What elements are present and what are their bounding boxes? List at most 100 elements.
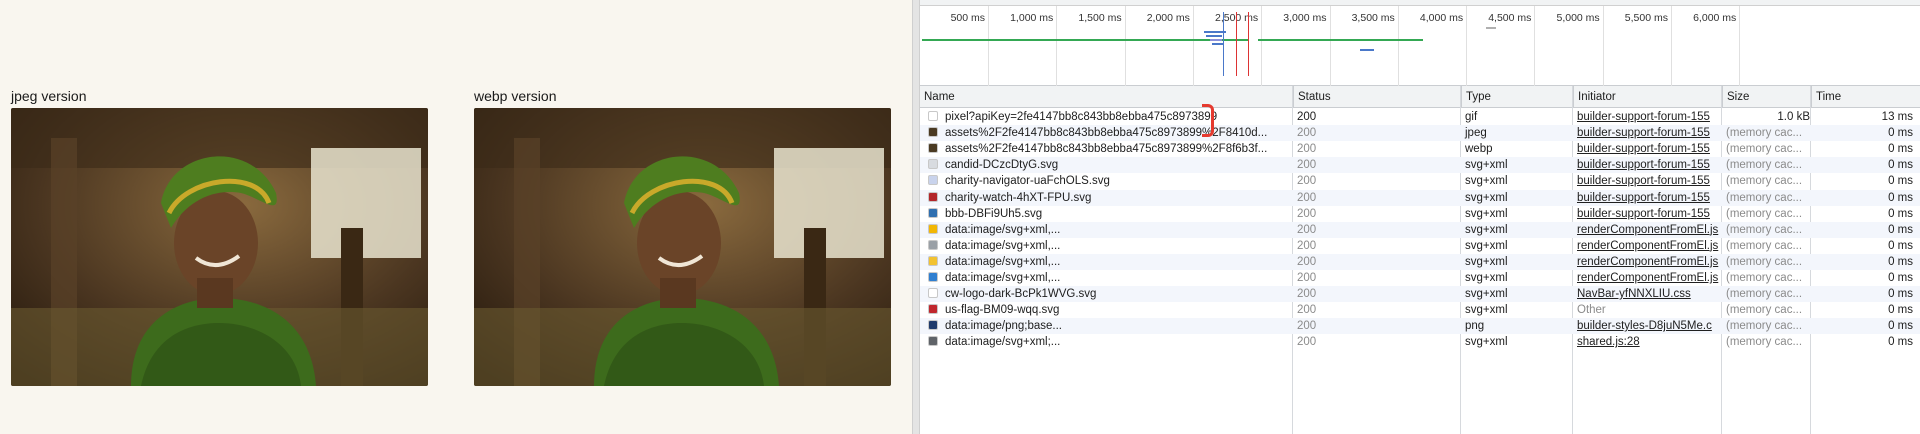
cell-initiator[interactable]: shared.js:28 xyxy=(1573,334,1721,350)
column-header-time[interactable]: Time xyxy=(1811,86,1920,108)
request-row[interactable]: candid-DCzcDtyG.svg 200 svg+xml builder-sup… xyxy=(920,157,1920,174)
cell-initiator[interactable]: renderComponentFromEl.js xyxy=(1573,270,1721,286)
cell-time: 0 ms xyxy=(1888,159,1913,172)
request-row[interactable]: pixel?apiKey=2fe4147bb8c843bb8ebba475c89… xyxy=(920,109,1920,125)
cell-status: 200 xyxy=(1297,288,1317,301)
cell-type: svg+xml xyxy=(1465,175,1508,188)
cell-size: 1.0 kB xyxy=(1777,111,1810,123)
image-thumbnail-icon xyxy=(928,143,938,154)
timeline-tick xyxy=(988,6,989,86)
cell-initiator[interactable]: builder-support-forum-155 xyxy=(1573,190,1721,206)
cell-name: assets%2F2fe4147bb8c843bb8ebba475c897389… xyxy=(920,125,1292,141)
column-header-name[interactable]: Name xyxy=(920,86,1292,108)
timeline-marker xyxy=(1223,12,1224,76)
request-row[interactable]: data:image/svg+xml,... 200 svg+xml renderCo… xyxy=(920,238,1920,254)
waterfall-bar xyxy=(1360,49,1374,51)
cell-name: charity-navigator-uaFchOLS.svg xyxy=(920,173,1292,189)
drop-icon xyxy=(928,272,938,282)
request-name: data:image/svg+xml,... xyxy=(945,239,1061,252)
request-name: charity-watch-4hXT-FPU.svg xyxy=(945,191,1092,204)
cell-initiator[interactable]: renderComponentFromEl.js xyxy=(1573,222,1721,238)
cell-initiator[interactable]: builder-support-forum-155 xyxy=(1573,173,1721,189)
cell-status: 200 xyxy=(1297,223,1317,236)
cell-size: (memory cac... xyxy=(1726,127,1803,140)
request-row[interactable]: data:image/svg+xml;... 200 svg+xml shared.j… xyxy=(920,334,1920,350)
column-header-type[interactable]: Type xyxy=(1461,86,1572,108)
cell-initiator[interactable]: renderComponentFromEl.js xyxy=(1573,238,1721,254)
cell-type: svg+xml xyxy=(1465,255,1508,268)
request-name: pixel?apiKey=2fe4147bb8c843bb8ebba475c89… xyxy=(945,111,1218,123)
cell-initiator[interactable]: builder-support-forum-155 xyxy=(1573,141,1721,157)
request-row[interactable]: charity-navigator-uaFchOLS.svg 200 svg+xml… xyxy=(920,173,1920,189)
cell-initiator[interactable]: NavBar-yfNNXLIU.css xyxy=(1573,286,1721,302)
timeline-tick-label: 5,500 ms xyxy=(1624,12,1668,24)
request-row[interactable]: data:image/svg+xml,... 200 svg+xml renderCo… xyxy=(920,270,1920,286)
webp-label: webp version xyxy=(474,88,557,104)
timeline-tick xyxy=(1397,6,1399,86)
timeline-tick-label: 4,500 ms xyxy=(1488,12,1532,24)
timeline-tick-label: 2,000 ms xyxy=(1146,12,1190,24)
web-page: jpeg version webp version xyxy=(0,0,912,434)
request-name: data:image/png;base... xyxy=(945,320,1062,333)
request-name: data:image/svg+xml;... xyxy=(945,336,1061,349)
cell-name: charity-watch-4hXT-FPU.svg xyxy=(920,190,1292,206)
cell-initiator[interactable]: builder-support-forum-155 xyxy=(1573,206,1721,222)
cell-initiator[interactable]: builder-styles-D8juN5Me.c xyxy=(1573,318,1721,334)
devtools-network-panel: 500 ms 1,000 ms 1,500 ms 2,000 ms 2,500 ms 3,… xyxy=(920,0,1920,434)
red-bracket-annotation xyxy=(1202,104,1214,137)
timeline-overview[interactable]: 500 ms 1,000 ms 1,500 ms 2,000 ms 2,500 ms 3,… xyxy=(920,6,1920,86)
timeline-tick xyxy=(1329,6,1331,86)
cell-status: 200 xyxy=(1297,336,1317,349)
request-row[interactable]: cw-logo-dark-BcPk1WVG.svg 200 svg+xml NavBa… xyxy=(920,286,1920,303)
request-row[interactable]: us-flag-BM09-wqq.svg 200 svg+xml Other (memo… xyxy=(920,302,1920,318)
request-name: data:image/svg+xml,... xyxy=(945,223,1061,236)
request-name: data:image/svg+xml,... xyxy=(945,272,1061,284)
request-row[interactable]: data:image/svg+xml,... 200 svg+xml renderCo… xyxy=(920,221,1920,238)
waterfall-bar xyxy=(1486,27,1496,29)
timeline-tick xyxy=(1261,6,1263,86)
timeline-tick-label: 1,500 ms xyxy=(1078,12,1122,24)
cell-status: 200 xyxy=(1297,272,1317,284)
cell-initiator[interactable]: renderComponentFromEl.js xyxy=(1573,254,1721,270)
request-list: pixel?apiKey=2fe4147bb8c843bb8ebba475c89… xyxy=(920,109,1920,434)
timeline-tick xyxy=(1534,6,1536,86)
cell-time: 0 ms xyxy=(1888,320,1913,333)
cell-time: 0 ms xyxy=(1888,143,1913,156)
request-row[interactable]: bbb-DBFi9Uh5.svg 200 svg+xml builder-suppor… xyxy=(920,206,1920,222)
cell-type: svg+xml xyxy=(1465,304,1508,317)
webp-photo xyxy=(474,108,891,386)
cell-time: 0 ms xyxy=(1888,127,1913,140)
timeline-tick-label: 500 ms xyxy=(950,12,985,24)
cell-name: data:image/svg+xml,... xyxy=(920,238,1292,254)
request-name: bbb-DBFi9Uh5.svg xyxy=(945,207,1043,220)
request-row[interactable]: assets%2F2fe4147bb8c843bb8ebba475c897389… xyxy=(920,125,1920,142)
image-thumbnail-icon xyxy=(928,127,938,138)
request-row[interactable]: data:image/svg+xml,... 200 svg+xml renderCo… xyxy=(920,253,1920,270)
column-header-initiator[interactable]: Initiator xyxy=(1573,86,1721,108)
column-header-status[interactable]: Status xyxy=(1293,86,1460,108)
gear-icon xyxy=(928,336,938,347)
timeline-tick xyxy=(1739,6,1741,86)
cell-name: data:image/svg+xml,... xyxy=(920,270,1292,286)
request-row[interactable]: charity-watch-4hXT-FPU.svg 200 svg+xml buil… xyxy=(920,189,1920,206)
cell-initiator[interactable]: builder-support-forum-155 xyxy=(1573,157,1721,173)
cell-status: 200 xyxy=(1297,111,1317,123)
cell-type: webp xyxy=(1465,143,1493,156)
cell-initiator[interactable]: builder-support-forum-155 xyxy=(1573,109,1721,125)
column-header-size[interactable]: Size xyxy=(1722,86,1810,108)
timeline-tick xyxy=(1192,6,1194,86)
request-row[interactable]: data:image/png;base... 200 png builder-styl… xyxy=(920,318,1920,335)
cell-name: pixel?apiKey=2fe4147bb8c843bb8ebba475c89… xyxy=(920,109,1292,125)
cell-name: data:image/png;base... xyxy=(920,318,1292,334)
cell-size: (memory cac... xyxy=(1726,191,1803,204)
cell-name: us-flag-BM09-wqq.svg xyxy=(920,302,1292,318)
document-icon xyxy=(928,159,938,170)
cell-initiator[interactable]: builder-support-forum-155 xyxy=(1573,125,1721,141)
cell-size: (memory cac... xyxy=(1726,239,1803,252)
request-row[interactable]: assets%2F2fe4147bb8c843bb8ebba475c897389… xyxy=(920,141,1920,157)
clock-icon xyxy=(928,239,938,250)
cell-type: gif xyxy=(1465,111,1478,123)
jpeg-label: jpeg version xyxy=(11,88,87,104)
cell-status: 200 xyxy=(1297,320,1317,333)
panel-splitter[interactable] xyxy=(912,0,920,434)
